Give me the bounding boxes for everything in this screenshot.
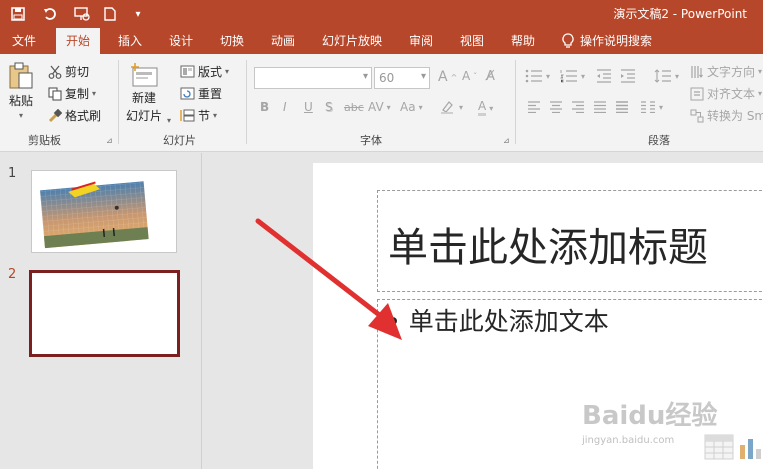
table-chart-icon <box>704 434 761 460</box>
watermark-brand: Baidu经验 <box>582 401 718 431</box>
baidu-watermark: Baidu经验 jingyan.baidu.com <box>580 395 763 465</box>
watermark-url: jingyan.baidu.com <box>582 435 675 446</box>
